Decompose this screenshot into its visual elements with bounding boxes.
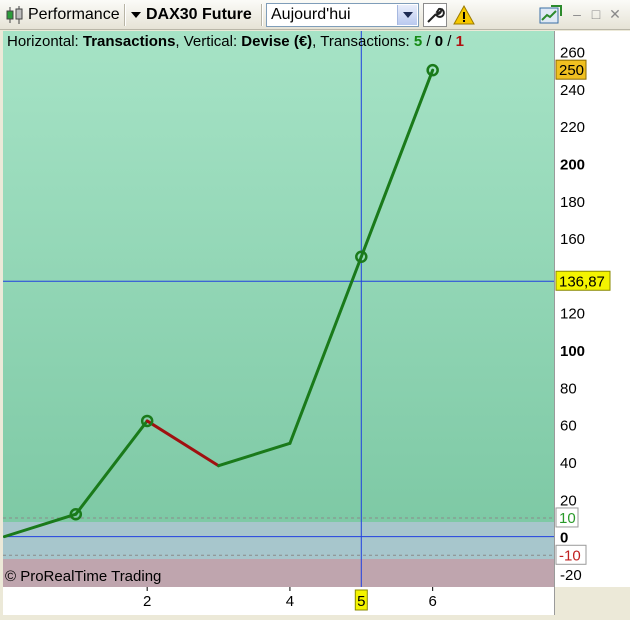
x-tick-label: 6	[428, 593, 436, 610]
y-tick-label: 100	[560, 343, 585, 360]
y-tick-label: -20	[560, 567, 582, 584]
performance-line-chart	[3, 31, 554, 587]
y-tick-label: 20	[560, 492, 577, 509]
y-tick-label: 180	[560, 194, 585, 211]
period-value: Aujourd'hui	[271, 6, 351, 23]
maximize-icon[interactable]: □	[589, 7, 603, 21]
transactions-label: , Transactions:	[312, 33, 414, 50]
y-tick-label: 200	[560, 156, 585, 173]
close-icon[interactable]: ✕	[608, 7, 622, 21]
series-line-segment	[359, 68, 435, 259]
last-value-label-text: 250	[559, 62, 584, 79]
losses-count: 1	[455, 33, 464, 50]
warning-icon	[453, 4, 475, 25]
minimize-icon[interactable]: –	[570, 7, 584, 21]
period-select[interactable]: Aujourd'hui	[266, 3, 419, 27]
settings-button[interactable]	[423, 3, 447, 27]
toolbar: Performance DAX30 Future Aujourd'hui – □…	[0, 0, 630, 30]
y-tick-label: 160	[560, 231, 585, 248]
wins-count: 5	[413, 33, 423, 50]
y-tick-label: 240	[560, 82, 585, 99]
vertical-value: Devise (€)	[241, 33, 313, 50]
separator: /	[443, 33, 456, 50]
y-tick-label: 120	[560, 306, 585, 323]
x-tick-label: 2	[143, 593, 151, 610]
y-tick-label-zero: 0	[560, 530, 568, 547]
x-axis-labels: 2 4 6 5	[143, 587, 437, 611]
last-value-label: 250	[555, 59, 587, 80]
series-line-segment	[145, 419, 221, 468]
y-tick-label: 60	[560, 418, 577, 435]
crosshair-y-label: 136,87	[555, 270, 611, 291]
series-line-segment	[74, 419, 149, 516]
upper-threshold-label-text: 10	[559, 510, 576, 527]
separator: /	[422, 33, 435, 50]
warning-button[interactable]	[452, 3, 476, 27]
series-line-segment	[217, 441, 292, 468]
upper-threshold-label: 10	[555, 507, 579, 528]
dropdown-arrow-icon	[131, 12, 141, 18]
chevron-down-icon[interactable]	[397, 5, 417, 25]
neutral-count: 0	[434, 33, 444, 50]
instrument-label: DAX30 Future	[146, 6, 252, 23]
crosshair-x-label: 5	[357, 593, 365, 610]
y-axis[interactable]: -202040608010012014016018020022024026001…	[555, 31, 630, 587]
export-chart-button[interactable]	[537, 3, 565, 27]
performance-button[interactable]: Performance	[4, 0, 120, 30]
performance-label: Performance	[28, 6, 120, 23]
series-line-segment	[288, 255, 363, 445]
horizontal-value: Transactions	[82, 33, 176, 50]
export-chart-icon	[539, 5, 562, 24]
chart-plot-area[interactable]: Horizontal: Transactions, Vertical: Devi…	[3, 31, 554, 587]
chart-header: Horizontal: Transactions, Vertical: Devi…	[7, 33, 464, 50]
copyright-text: © ProRealTime Trading	[5, 568, 162, 585]
y-tick-label: 80	[560, 380, 577, 397]
y-tick-label: 40	[560, 455, 577, 472]
crosshair-y-label-text: 136,87	[559, 273, 605, 290]
y-tick-label: 220	[560, 119, 585, 136]
y-tick-label: 260	[560, 45, 585, 62]
x-axis[interactable]: 2 4 6 5	[3, 587, 554, 615]
candlestick-icon	[6, 6, 23, 24]
instrument-selector[interactable]: DAX30 Future	[130, 0, 252, 30]
vertical-label: , Vertical:	[175, 33, 242, 50]
lower-threshold-label: -10	[555, 544, 587, 565]
y-axis-labels: -202040608010012014016018020022024026001…	[555, 45, 611, 584]
x-tick-label: 4	[286, 593, 294, 610]
horizontal-label: Horizontal:	[7, 33, 83, 50]
lower-threshold-label-text: -10	[559, 547, 581, 564]
wrench-icon	[427, 7, 445, 23]
